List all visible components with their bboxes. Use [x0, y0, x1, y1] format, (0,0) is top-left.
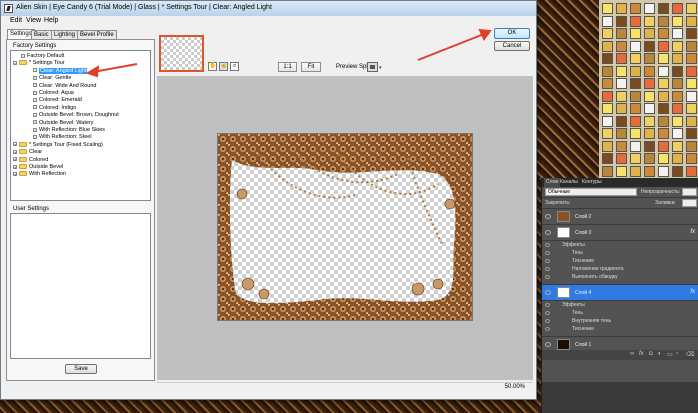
- arrow-head-ok: [478, 28, 492, 41]
- arrow-head-preset: [85, 65, 100, 78]
- annotation-arrows: [85, 28, 492, 78]
- arrow-to-ok: [417, 33, 485, 61]
- arrow-to-preset: [92, 63, 138, 73]
